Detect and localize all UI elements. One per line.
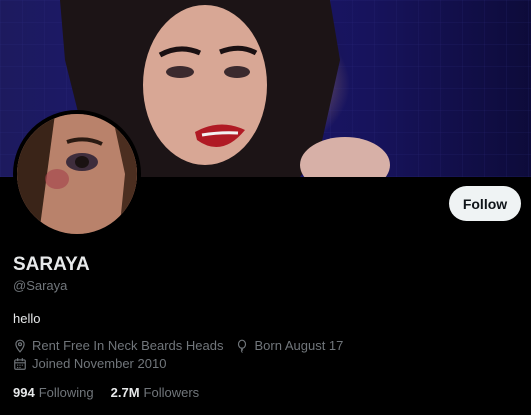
following-link[interactable]: 994 Following (13, 385, 94, 400)
profile-bio: hello (13, 311, 41, 326)
following-label: Following (38, 385, 94, 400)
profile-meta-row-2: Joined November 2010 (13, 356, 178, 371)
followers-label: Followers (143, 385, 200, 400)
location-pin-icon (15, 339, 25, 353)
birthday-text: Born August 17 (254, 338, 344, 353)
balloon-icon (238, 339, 247, 353)
followers-count: 2.7M (110, 385, 140, 400)
follow-button[interactable]: Follow (449, 186, 521, 221)
profile-handle: @Saraya (13, 278, 68, 293)
profile-avatar[interactable] (13, 110, 141, 238)
calendar-icon (14, 357, 26, 370)
joined-text: Joined November 2010 (32, 356, 167, 371)
profile-meta-row: Rent Free In Neck Beards Heads Born Augu… (13, 338, 355, 353)
location-text: Rent Free In Neck Beards Heads (32, 338, 224, 353)
location-item: Rent Free In Neck Beards Heads (13, 338, 223, 353)
profile-stats: 994 Following 2.7M Followers (13, 385, 216, 400)
followers-link[interactable]: 2.7M Followers (111, 385, 200, 400)
following-count: 994 (13, 385, 35, 400)
joined-item: Joined November 2010 (13, 356, 166, 371)
display-name: SARAYA (13, 254, 90, 275)
birthday-item: Born August 17 (235, 338, 343, 353)
